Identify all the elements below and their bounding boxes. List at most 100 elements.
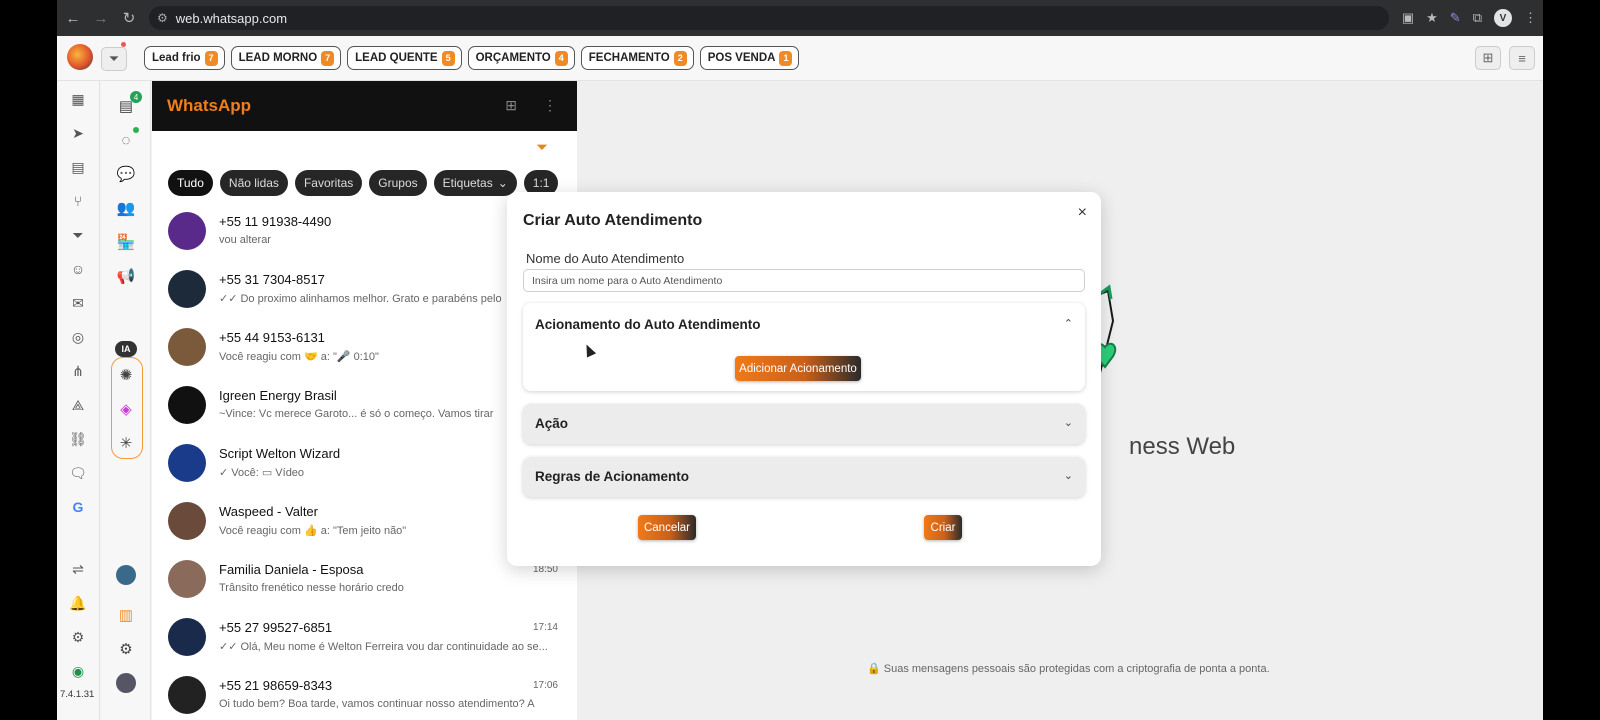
chevron-down-icon[interactable]: ⌄ — [1064, 469, 1073, 482]
chat-list-item[interactable]: Script Welton Wizard ✓ Você: ▭ Vídeo — [168, 444, 558, 502]
section-regras[interactable]: Regras de Acionamento ⌄ — [523, 457, 1085, 497]
hamburger-menu-icon[interactable]: ≡ — [1509, 46, 1535, 70]
chat-avatar — [168, 328, 206, 366]
chat-preview: vou alterar — [219, 234, 271, 246]
network-icon[interactable]: ⋔ — [67, 360, 89, 382]
name-field-label: Nome do Auto Atendimento — [526, 251, 685, 266]
communities-icon[interactable]: 👥 — [115, 197, 137, 219]
tag-lead-frio[interactable]: Lead frio 7 — [144, 46, 225, 70]
chat-list-item[interactable]: +55 31 7304-8517 ✓✓ Do proximo alinhamos… — [168, 270, 558, 328]
auto-response-name-input[interactable] — [523, 269, 1085, 292]
kanban-icon[interactable]: ▦ — [67, 88, 89, 110]
chevron-up-icon[interactable]: ⌃ — [1064, 317, 1073, 330]
app-window: ← → ↻ ⚙ web.whatsapp.com ▣ ★ ✎ ⧉ V ⋮ ⏷ L… — [57, 0, 1543, 720]
chat-list-item[interactable]: +55 27 99527-6851 17:14 ✓✓ Olá, Meu nome… — [168, 618, 558, 676]
gear-icon[interactable]: ⚙ — [115, 638, 137, 660]
bot-icon[interactable]: ☺ — [67, 258, 89, 280]
ia-label: IA — [115, 341, 137, 357]
create-auto-response-modal: Criar Auto Atendimento × Nome do Auto At… — [507, 192, 1101, 566]
business-web-title: ness Web — [1129, 433, 1236, 460]
chevron-down-icon[interactable]: ⌄ — [1064, 416, 1073, 429]
chat-list-item[interactable]: +55 44 9153-6131 Você reagiu com 🤝 a: "🎤… — [168, 328, 558, 386]
install-app-icon[interactable]: ▣ — [1402, 10, 1414, 26]
chat-name: Familia Daniela - Esposa — [219, 562, 364, 577]
chat-list-item[interactable]: +55 21 98659-8343 17:06 Oi tudo bem? Boa… — [168, 676, 558, 720]
browser-toolbar: ← → ↻ ⚙ web.whatsapp.com ▣ ★ ✎ ⧉ V ⋮ — [57, 0, 1543, 36]
chatgpt-icon[interactable]: ✺ — [115, 364, 137, 386]
section-acao[interactable]: Ação ⌄ — [523, 404, 1085, 444]
message-icon[interactable]: ✉ — [67, 292, 89, 314]
funnel-icon[interactable]: ⏷ — [67, 224, 89, 246]
megaphone-icon[interactable]: 📢 — [115, 265, 137, 287]
chat-list-item[interactable]: +55 11 91938-4490 vou alterar — [168, 212, 558, 270]
address-bar[interactable]: ⚙ web.whatsapp.com — [149, 6, 1389, 30]
site-settings-icon[interactable]: ⚙ — [157, 11, 168, 25]
tag-orcamento[interactable]: ORÇAMENTO 4 — [467, 46, 575, 70]
chat-list-item[interactable]: Igreen Energy Brasil ~Vince: Vc merece G… — [168, 386, 558, 444]
chat-search-icon[interactable]: 🗨 — [67, 462, 89, 484]
reload-icon[interactable]: ↻ — [115, 9, 143, 27]
add-folder-icon[interactable]: ⊞ — [1475, 46, 1501, 70]
cancel-button[interactable]: Cancelar — [638, 515, 696, 540]
chip-nao-lidas[interactable]: Não lidas — [219, 170, 288, 196]
profile-avatar[interactable] — [115, 672, 137, 694]
profile-avatar[interactable]: V — [1494, 9, 1512, 27]
menu-kebab-icon[interactable]: ⋮ — [1524, 10, 1537, 26]
channels-icon[interactable]: 💬 — [115, 163, 137, 185]
extension-rail: ▦ ➤ ▤ ⑂ ⏷ ☺ ✉ ◎ ⋔ ⟁ ⛓ 🗨 G ⇌ 🔔 ⚙ ◉ 7.4.1.… — [57, 81, 100, 720]
forward-icon[interactable]: → — [87, 10, 115, 27]
link-icon[interactable]: ⛓ — [67, 428, 89, 450]
chat-list-item[interactable]: Familia Daniela - Esposa 18:50 Trânsito … — [168, 560, 558, 618]
copilot-icon[interactable]: ◈ — [115, 398, 137, 420]
tag-pos-venda[interactable]: POS VENDA 1 — [699, 46, 800, 70]
chat-avatar — [168, 444, 206, 482]
app-logo — [67, 44, 93, 70]
close-icon[interactable]: × — [1078, 204, 1087, 222]
chat-name: +55 44 9153-6131 — [219, 330, 325, 345]
new-chat-icon[interactable]: ⊞ — [505, 97, 517, 114]
sliders-icon[interactable]: ⇌ — [67, 558, 89, 580]
google-icon[interactable]: G — [67, 496, 89, 518]
tag-fechamento[interactable]: FECHAMENTO 2 — [580, 46, 694, 70]
status-icon[interactable]: ◌ — [115, 127, 139, 151]
menu-kebab-icon[interactable]: ⋮ — [543, 97, 557, 114]
account-icon[interactable]: ◉ — [67, 660, 89, 682]
bell-icon[interactable]: 🔔 — [67, 592, 89, 614]
target-icon[interactable]: ◎ — [67, 326, 89, 348]
encryption-note: 🔒 Suas mensagens pessoais são protegidas… — [867, 663, 1270, 675]
user-avatar[interactable] — [115, 564, 137, 586]
columns-icon[interactable]: ▥ — [115, 604, 137, 626]
store-icon[interactable]: 🏪 — [115, 231, 137, 253]
flow-icon[interactable]: ⑂ — [67, 190, 89, 212]
filter-button[interactable]: ⏷ — [101, 47, 127, 71]
list-filter-icon[interactable]: ⏷ — [536, 139, 548, 156]
chat-name: +55 27 99527-6851 — [219, 620, 333, 635]
tag-count: 1 — [779, 50, 793, 66]
chip-etiquetas[interactable]: Etiquetas ⌄ — [433, 170, 517, 196]
back-icon[interactable]: ← — [59, 10, 87, 27]
spark-icon[interactable]: ✳ — [115, 432, 137, 454]
chats-icon[interactable]: ▤ 4 — [115, 91, 142, 117]
tag-count: 7 — [321, 50, 335, 66]
chip-tudo[interactable]: Tudo — [168, 170, 213, 196]
chat-avatar — [168, 560, 206, 598]
tag-count: 7 — [204, 50, 218, 66]
chat-avatar — [168, 270, 206, 308]
create-button[interactable]: Criar — [924, 515, 962, 540]
chip-grupos[interactable]: Grupos — [369, 170, 427, 196]
pen-icon[interactable]: ✎ — [1450, 10, 1461, 26]
tag-lead-morno[interactable]: LEAD MORNO 7 — [230, 46, 342, 70]
chat-list-item[interactable]: Waspeed - Valter Você reagiu com 👍 a: "T… — [168, 502, 558, 560]
funnel-icon: ⏷ — [108, 51, 120, 66]
send-icon[interactable]: ➤ — [67, 122, 89, 144]
chat-time: 17:14 — [532, 622, 558, 633]
add-trigger-button[interactable]: Adicionar Acionamento — [735, 356, 861, 381]
extensions-icon[interactable]: ⧉ — [1473, 10, 1482, 26]
bookmark-star-icon[interactable]: ★ — [1426, 10, 1438, 26]
tag-lead-quente[interactable]: LEAD QUENTE 5 — [347, 46, 462, 70]
settings-icon[interactable]: ⚙ — [67, 626, 89, 648]
calendar-icon[interactable]: ▤ — [67, 156, 89, 178]
chat-preview: Oi tudo bem? Boa tarde, vamos continuar … — [219, 698, 535, 710]
webhook-icon[interactable]: ⟁ — [67, 394, 89, 416]
chip-favoritas[interactable]: Favoritas — [294, 170, 363, 196]
